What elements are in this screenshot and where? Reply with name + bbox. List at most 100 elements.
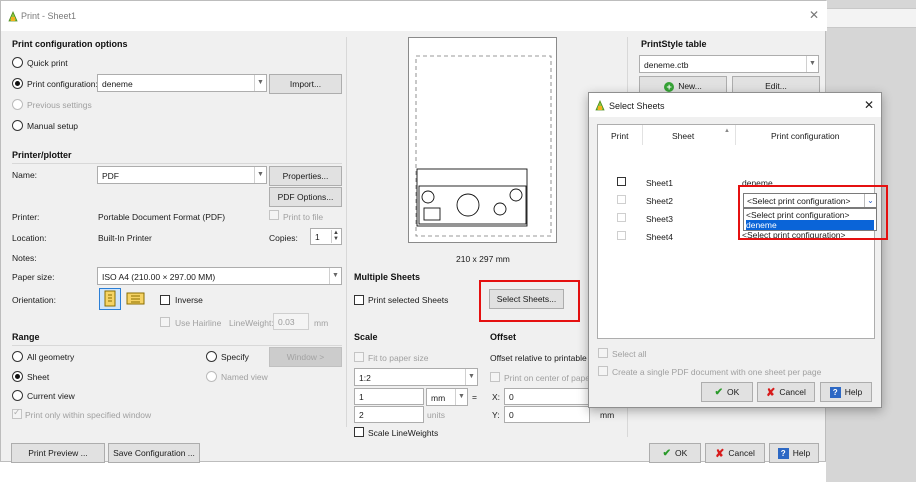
scale-units-label: units [427,410,445,420]
all-geometry-radio[interactable] [12,351,23,362]
ok-button[interactable]: ✔ OK [649,443,701,463]
help-button[interactable]: ? Help [769,443,819,463]
scale-unit-select[interactable]: mm ▼ [426,388,468,406]
select-sheets-dialog: Select Sheets ✕ Print Sheet ▲ Print conf… [588,92,888,408]
orientation-label: Orientation: [12,295,56,305]
scale-equals: = [472,392,477,402]
scale-value2-input[interactable]: 2 [354,406,424,423]
offset-x-input[interactable]: 0 [504,388,590,405]
offset-x-value: 0 [509,392,514,402]
highlight-box [738,185,888,240]
divider [12,345,342,346]
copies-label: Copies: [269,233,298,243]
paper-size-label: Paper size: [12,272,55,282]
import-button[interactable]: Import... [269,74,342,94]
row-print-checkbox[interactable] [617,177,626,186]
scale-ratio-value: 1:2 [359,373,371,383]
config-header: Print configuration options [12,39,128,49]
portrait-button[interactable] [99,288,121,310]
checkmark-icon: ✔ [662,447,672,459]
use-hairline-checkbox[interactable] [160,317,170,327]
print-center-label: Print on center of paper [504,373,593,383]
offset-x-label: X: [492,392,501,402]
line-weight-input[interactable]: 0.03 [273,313,309,330]
row-print-checkbox[interactable] [617,231,626,240]
line-weight-value: 0.03 [278,317,295,327]
column-divider [346,37,347,427]
paper-size-select[interactable]: ISO A4 (210.00 × 297.00 MM) ▼ [97,267,342,285]
paper-size-value: ISO A4 (210.00 × 297.00 MM) [102,272,216,282]
sheet-radio[interactable] [12,371,23,382]
chevron-down-icon: ▼ [455,389,467,405]
print-within-window-checkbox[interactable] [12,407,22,419]
current-view-label: Current view [27,391,75,401]
checkmark-icon: ✔ [714,386,724,398]
select-all-label: Select all [612,349,647,359]
current-view-radio[interactable] [12,390,23,401]
dialog-ok-button[interactable]: ✔ OK [701,382,753,402]
close-icon[interactable]: ✕ [864,98,874,112]
print-preview-button[interactable]: Print Preview ... [11,443,105,463]
title-bar: Print - Sheet1 ✕ [1,1,827,31]
cancel-button[interactable]: ✘ Cancel [705,443,765,463]
inverse-label: Inverse [175,295,203,305]
dialog-cancel-button[interactable]: ✘ Cancel [757,382,815,402]
sheet-label: Sheet [27,372,50,382]
location-value: Built-In Printer [98,233,152,243]
range-header: Range [12,332,40,342]
properties-button[interactable]: Properties... [269,166,342,186]
print-center-checkbox[interactable] [490,372,500,382]
dialog-help-button[interactable]: ? Help [820,382,872,402]
print-config-select[interactable]: deneme ▼ [97,74,267,92]
landscape-icon [126,292,145,305]
print-to-file-checkbox[interactable] [269,210,279,220]
offset-y-input[interactable]: 0 [504,406,590,423]
divider [12,163,342,164]
printer-name-select[interactable]: PDF ▼ [97,166,267,184]
chevron-down-icon: ▼ [465,369,477,385]
single-pdf-label: Create a single PDF document with one sh… [612,367,822,377]
scale-value1-input[interactable]: 1 [354,388,424,405]
spinner-arrows-icon[interactable]: ▲ ▼ [331,230,340,243]
inverse-checkbox[interactable] [160,295,170,305]
cross-icon: ✘ [766,386,776,399]
select-all-checkbox[interactable] [598,348,608,358]
named-view-radio[interactable] [206,371,217,382]
row-print-checkbox[interactable] [617,213,626,222]
specify-radio[interactable] [206,351,217,362]
ok-label: OK [675,448,688,458]
manual-setup-radio[interactable] [12,120,23,131]
single-pdf-checkbox[interactable] [598,366,608,376]
chevron-down-icon: ▼ [254,167,266,183]
cancel-label: Cancel [728,448,755,458]
manual-setup-label: Manual setup [27,121,79,131]
fit-to-paper-checkbox[interactable] [354,352,364,362]
print-selected-sheets-checkbox[interactable] [354,295,364,305]
printer-name-value: PDF [102,171,119,181]
notes-label: Notes: [12,253,37,263]
printer-header: Printer/plotter [12,150,72,160]
close-icon[interactable]: ✕ [807,8,821,22]
print-config-radio[interactable] [12,78,23,89]
use-hairline-label: Use Hairline [175,318,222,328]
scale-lineweights-checkbox[interactable] [354,427,364,437]
scale-ratio-select[interactable]: 1:2 ▼ [354,368,478,386]
save-configuration-button[interactable]: Save Configuration ... [108,443,200,463]
row-sheet-name: Sheet4 [646,232,673,242]
copies-spinner[interactable]: 1 ▲ ▼ [310,228,342,245]
quick-print-radio[interactable] [12,57,23,68]
app-icon [8,11,18,22]
row-print-checkbox[interactable] [617,195,626,204]
printer-value: Portable Document Format (PDF) [98,212,226,222]
column-separator [735,125,736,145]
dialog-cancel-label: Cancel [779,387,806,397]
pdf-options-button[interactable]: PDF Options... [269,187,342,207]
window-button[interactable]: Window > [269,347,342,367]
print-config-label: Print configuration: [27,79,98,89]
previous-settings-radio[interactable] [12,99,23,110]
background-toolbar-strip [826,8,916,28]
printstyle-select[interactable]: deneme.ctb ▼ [639,55,819,73]
dialog-ok-label: OK [727,387,740,397]
landscape-button[interactable] [125,288,147,310]
print-within-window-label: Print only within specified window [25,410,152,420]
